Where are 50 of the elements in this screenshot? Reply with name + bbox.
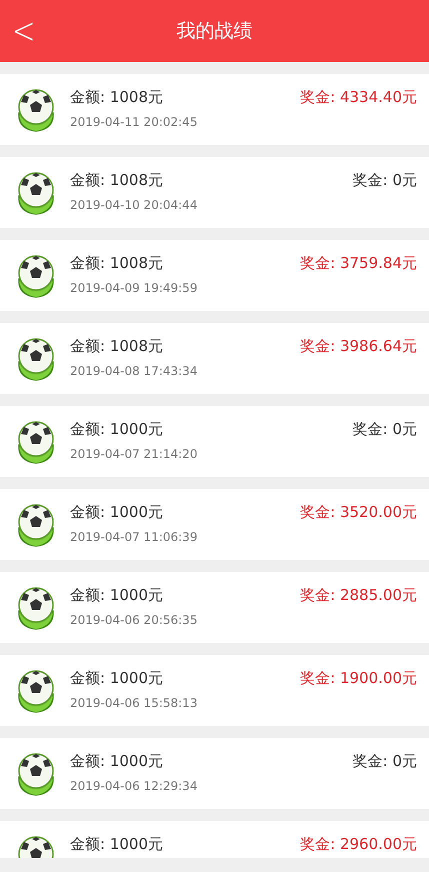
page-title: 我的战绩: [176, 19, 252, 44]
record-card[interactable]: 金额: 1000元 奖金: 2885.00元 2019-04-06 20:56:35: [0, 572, 429, 643]
time-text: 2019-04-06 20:56:35: [70, 613, 198, 627]
time-text: 2019-04-10 20:04:44: [70, 198, 198, 212]
time-text: 2019-04-08 17:43:34: [70, 364, 198, 378]
record-card[interactable]: 金额: 1000元 奖金: 2960.00元: [0, 821, 429, 858]
soccer-ball-icon: [16, 585, 56, 631]
prize-text: 奖金: 2960.00元: [300, 835, 417, 854]
prize-text: 奖金: 3986.64元: [300, 337, 417, 356]
record-card[interactable]: 金额: 1008元 奖金: 0元 2019-04-10 20:04:44: [0, 157, 429, 228]
soccer-ball-icon: [16, 419, 56, 465]
prize-text: 奖金: 3520.00元: [300, 503, 417, 522]
record-card[interactable]: 金额: 1000元 奖金: 1900.00元 2019-04-06 15:58:13: [0, 655, 429, 726]
time-text: 2019-04-06 15:58:13: [70, 696, 198, 710]
amount-text: 金额: 1000元: [70, 669, 163, 688]
record-card[interactable]: 金额: 1008元 奖金: 3986.64元 2019-04-08 17:43:34: [0, 323, 429, 394]
amount-text: 金额: 1008元: [70, 171, 163, 190]
record-card[interactable]: 金额: 1000元 奖金: 0元 2019-04-07 21:14:20: [0, 406, 429, 477]
soccer-ball-icon: [16, 253, 56, 299]
record-card[interactable]: 金额: 1000元 奖金: 0元 2019-04-06 12:29:34: [0, 738, 429, 809]
record-card[interactable]: 金额: 1000元 奖金: 3520.00元 2019-04-07 11:06:39: [0, 489, 429, 560]
time-text: 2019-04-07 11:06:39: [70, 530, 198, 544]
amount-text: 金额: 1008元: [70, 254, 163, 273]
amount-text: 金额: 1000元: [70, 503, 163, 522]
time-text: 2019-04-07 21:14:20: [70, 447, 198, 461]
prize-text: 奖金: 0元: [352, 171, 417, 190]
back-button[interactable]: <: [6, 9, 42, 52]
prize-text: 奖金: 0元: [352, 752, 417, 771]
amount-text: 金额: 1000元: [70, 835, 163, 854]
time-text: 2019-04-06 12:29:34: [70, 779, 198, 793]
prize-text: 奖金: 1900.00元: [300, 669, 417, 688]
amount-text: 金额: 1000元: [70, 586, 163, 605]
prize-text: 奖金: 0元: [352, 420, 417, 439]
record-card[interactable]: 金额: 1008元 奖金: 3759.84元 2019-04-09 19:49:59: [0, 240, 429, 311]
amount-text: 金额: 1008元: [70, 88, 163, 107]
prize-text: 奖金: 3759.84元: [300, 254, 417, 273]
time-text: 2019-04-11 20:02:45: [70, 115, 198, 129]
soccer-ball-icon: [16, 668, 56, 714]
soccer-ball-icon: [16, 170, 56, 216]
soccer-ball-icon: [16, 502, 56, 548]
amount-text: 金额: 1000元: [70, 420, 163, 439]
amount-text: 金额: 1000元: [70, 752, 163, 771]
soccer-ball-icon: [16, 336, 56, 382]
soccer-ball-icon: [16, 87, 56, 133]
amount-text: 金额: 1008元: [70, 337, 163, 356]
time-text: 2019-04-09 19:49:59: [70, 281, 198, 295]
prize-text: 奖金: 2885.00元: [300, 586, 417, 605]
prize-text: 奖金: 4334.40元: [300, 88, 417, 107]
soccer-ball-icon: [16, 751, 56, 797]
record-card[interactable]: 金额: 1008元 奖金: 4334.40元 2019-04-11 20:02:45: [0, 74, 429, 145]
